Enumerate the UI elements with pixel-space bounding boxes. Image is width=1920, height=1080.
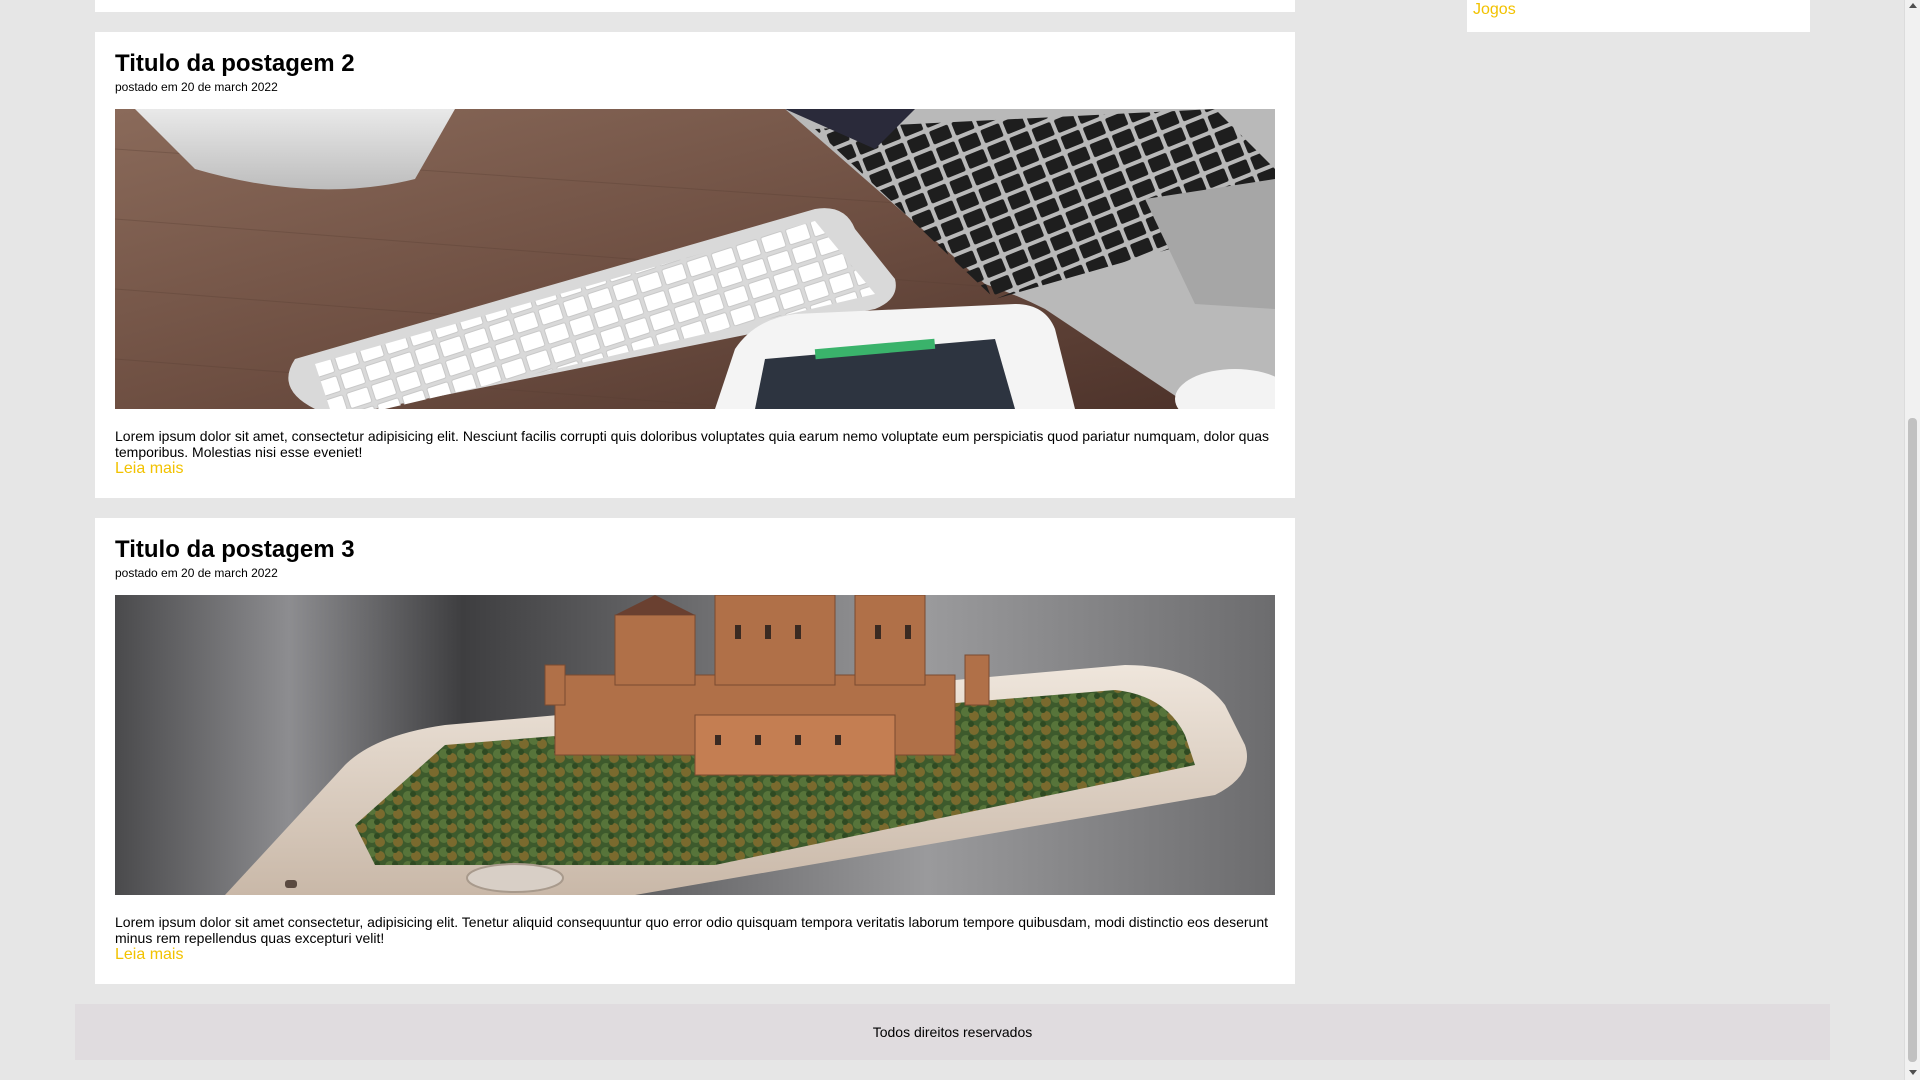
post-card: Titulo da postagem 3 postado em 20 de ma…	[95, 518, 1295, 984]
page: Titulo da postagem 2 postado em 20 de ma…	[0, 0, 1920, 1080]
post-image	[115, 109, 1275, 409]
post-excerpt: Lorem ipsum dolor sit amet, consectetur …	[115, 428, 1270, 460]
scroll-down-arrow-icon[interactable]	[1909, 1070, 1917, 1075]
previous-post-card	[95, 0, 1295, 12]
post-image	[115, 595, 1275, 895]
castle-phone-photo	[115, 595, 1275, 895]
sidebar-categories: Jogos	[1467, 0, 1810, 32]
post-date: postado em 20 de march 2022	[115, 566, 278, 580]
scrollbar-thumb[interactable]	[1908, 418, 1917, 1062]
read-more-link[interactable]: Leia mais	[115, 460, 183, 478]
vertical-scrollbar[interactable]	[1904, 0, 1920, 1080]
footer-copyright: Todos direitos reservados	[872, 1024, 1033, 1040]
post-card: Titulo da postagem 2 postado em 20 de ma…	[95, 32, 1295, 498]
scroll-up-arrow-icon[interactable]	[1909, 3, 1917, 8]
post-date: postado em 20 de march 2022	[115, 80, 278, 94]
post-title[interactable]: Titulo da postagem 2	[115, 49, 355, 79]
sidebar-item-jogos[interactable]: Jogos	[1473, 1, 1516, 19]
post-excerpt: Lorem ipsum dolor sit amet consectetur, …	[115, 914, 1269, 946]
post-title[interactable]: Titulo da postagem 3	[115, 535, 355, 565]
footer: Todos direitos reservados	[75, 1004, 1830, 1060]
desk-photo	[115, 109, 1275, 409]
read-more-link[interactable]: Leia mais	[115, 946, 183, 964]
